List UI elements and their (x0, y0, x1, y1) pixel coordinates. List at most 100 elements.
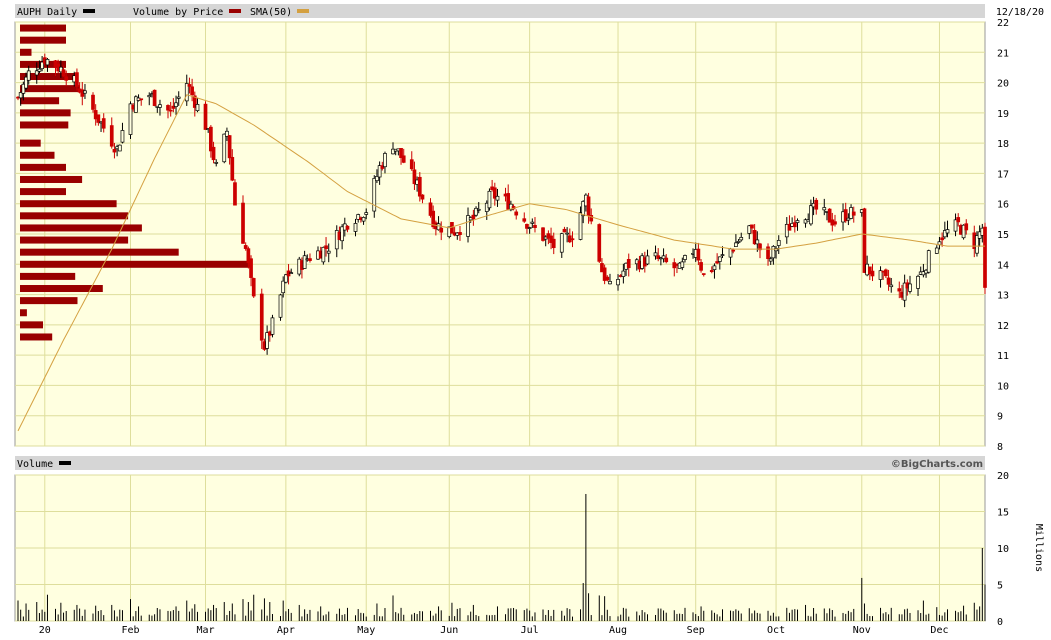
candle-body (809, 205, 813, 225)
candle-body (168, 109, 173, 112)
legend-sma-swatch (297, 9, 309, 13)
candle-body (736, 240, 741, 243)
candle-body (364, 212, 369, 215)
price-tick-label: 22 (997, 18, 1009, 29)
x-tick-label: Sep (687, 625, 705, 636)
candle-body (578, 212, 583, 240)
candle-body (37, 68, 42, 72)
price-tick-label: 13 (997, 291, 1009, 302)
candle-body (750, 224, 754, 229)
x-tick-label: Feb (121, 625, 139, 636)
candle-body (709, 270, 714, 273)
candle-body (680, 261, 685, 268)
legend-vbp-swatch (229, 9, 241, 13)
candle-body (243, 245, 248, 249)
candle-body (683, 255, 687, 260)
candle-body (586, 196, 591, 216)
candle-body (562, 228, 567, 233)
vbp-bar (20, 309, 27, 317)
candle-body (476, 208, 481, 211)
candle-body (822, 207, 827, 211)
candle-body (139, 98, 144, 101)
candle-body (26, 70, 31, 81)
legend-sma-label: SMA(50) (250, 7, 292, 18)
candle-body (101, 118, 106, 129)
candle-body (533, 224, 537, 228)
x-tick-label: 20 (39, 625, 51, 636)
candle-body (270, 317, 275, 335)
candle-body (409, 159, 414, 170)
candle-body (645, 255, 650, 265)
candle-body (608, 281, 612, 285)
candle-body (795, 220, 800, 223)
candle-body (120, 130, 125, 143)
candle-body (166, 105, 170, 111)
vbp-bar (20, 36, 66, 44)
vbp-bar (20, 333, 53, 341)
price-tick-label: 12 (997, 321, 1009, 332)
price-tick-label: 14 (997, 260, 1009, 271)
legend-vbp-label: Volume by Price (133, 7, 223, 18)
candle-body (458, 232, 462, 235)
candle-body (211, 146, 216, 161)
candle-body (326, 250, 331, 254)
candle-body (664, 257, 669, 263)
candle-body (833, 221, 837, 225)
price-tick-label: 17 (997, 169, 1009, 180)
candle-body (302, 255, 307, 269)
candle-body (926, 250, 931, 273)
vbp-bar (20, 109, 71, 117)
candle-body (776, 240, 781, 246)
candle-body (324, 245, 328, 250)
candle-body (731, 249, 736, 252)
candle-body (259, 293, 264, 341)
volume-tick-label: 5 (997, 581, 1003, 592)
candle-body (605, 276, 610, 281)
candle-body (908, 283, 912, 292)
x-tick-label: Apr (277, 625, 295, 636)
candle-body (214, 162, 219, 164)
candle-body (983, 226, 987, 288)
candle-body (241, 202, 245, 244)
vbp-bar (20, 151, 55, 159)
x-tick-label: Nov (853, 625, 871, 636)
candle-body (814, 199, 819, 210)
volume-tick-label: 10 (997, 544, 1009, 555)
candle-body (527, 227, 532, 229)
price-tick-label: 19 (997, 109, 1009, 120)
price-tick-label: 9 (997, 412, 1003, 423)
candle-body (712, 265, 717, 270)
candle-body (174, 102, 178, 107)
vbp-bar (20, 163, 66, 171)
candle-body (289, 272, 294, 274)
candle-body (487, 190, 492, 209)
x-tick-label: Jun (440, 625, 458, 636)
candle-body (862, 208, 867, 273)
candle-body (964, 223, 969, 231)
vbp-bar (20, 139, 41, 147)
vbp-bar (20, 97, 60, 105)
vbp-bar (20, 248, 179, 256)
price-tick-label: 11 (997, 351, 1009, 362)
candle-body (203, 103, 208, 130)
candle-body (64, 76, 69, 81)
vbp-bar (20, 224, 142, 232)
candle-body (383, 153, 387, 168)
candle-body (768, 258, 773, 262)
chart-date: 12/18/20 (996, 7, 1044, 18)
vbp-bar (20, 236, 129, 244)
candle-body (717, 256, 722, 262)
title-legend-swatch (83, 9, 95, 13)
candle-body (75, 72, 79, 87)
candle-body (112, 149, 117, 153)
price-tick-label: 8 (997, 442, 1003, 453)
price-tick-label: 16 (997, 200, 1009, 211)
vbp-bar (20, 297, 78, 305)
candle-body (565, 232, 569, 235)
candle-body (401, 155, 406, 163)
candle-body (117, 144, 122, 152)
candle-body (699, 262, 703, 271)
candle-body (889, 284, 894, 288)
vbp-bar (20, 321, 43, 329)
candle-body (227, 135, 232, 159)
